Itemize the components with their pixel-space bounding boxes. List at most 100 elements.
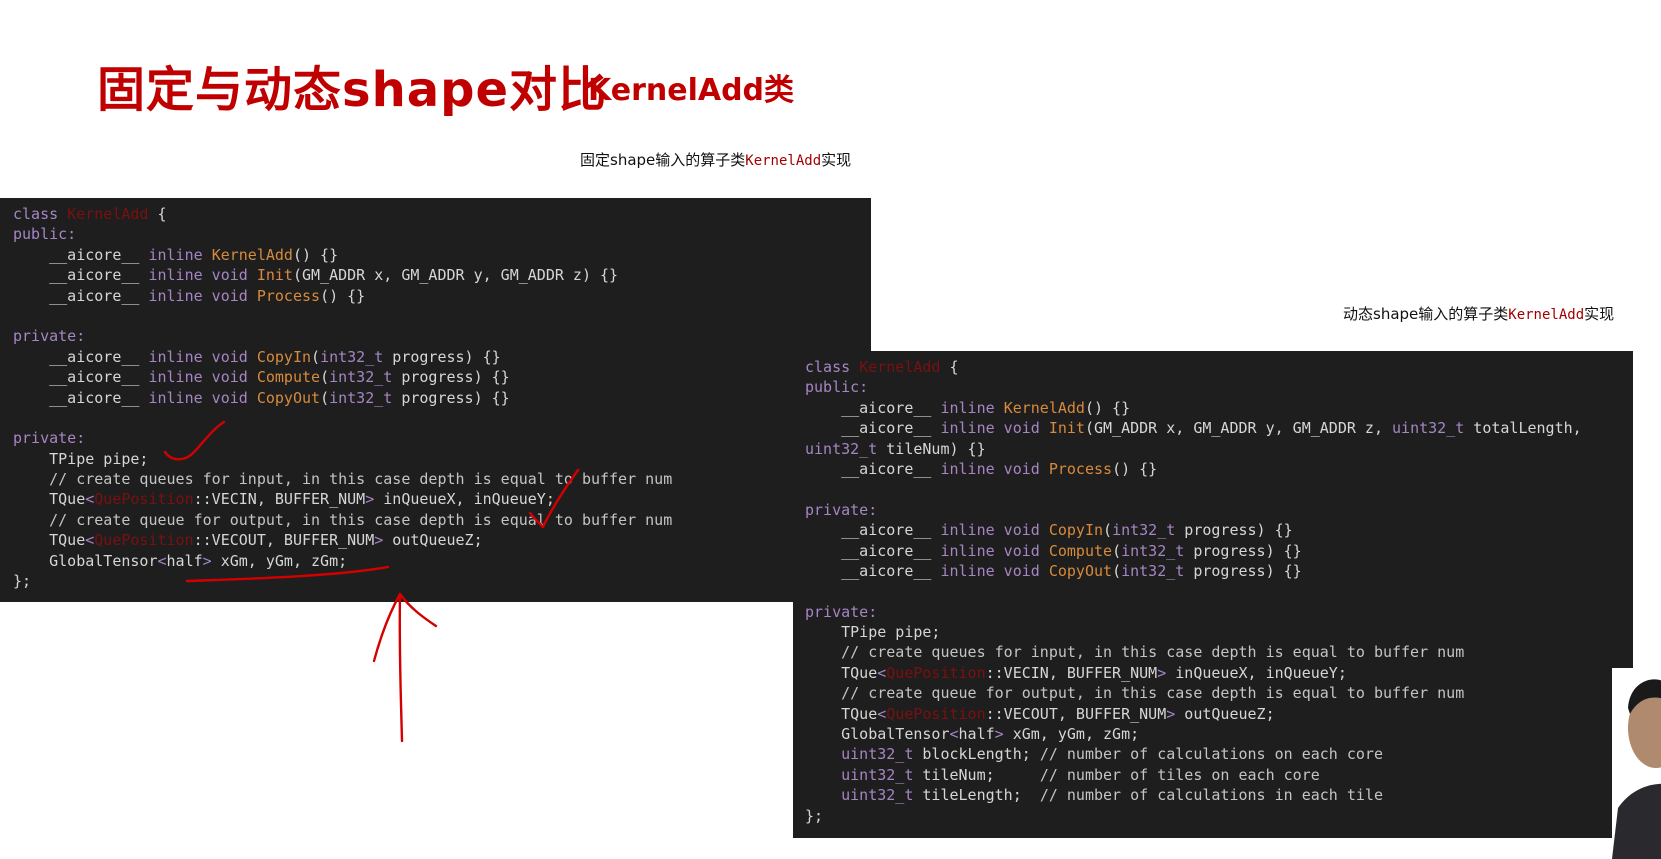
code-line: private: [805, 602, 1633, 622]
code-line: GlobalTensor<half> xGm, yGm, zGm; [805, 724, 1633, 744]
code-token: __aicore__ [13, 245, 149, 264]
code-token: { [148, 205, 167, 223]
code-token: QuePosition [886, 663, 986, 682]
code-token: KernelAdd [859, 358, 941, 376]
code-token: // number of calculations on each core [1039, 745, 1383, 764]
code-token: tileNum; [913, 765, 1040, 784]
code-token: (GM_ADDR x, GM_ADDR y, GM_ADDR z, [1084, 419, 1393, 438]
code-token: KernelAdd [67, 205, 149, 223]
code-token: uint32_t [1392, 419, 1465, 438]
code-token: inline void [148, 368, 257, 387]
code-token: CopyOut [256, 388, 321, 407]
code-line: uint32_t blockLength; // number of calcu… [805, 744, 1633, 764]
code-token: CopyIn [256, 347, 312, 366]
code-token: TPipe pipe; [805, 623, 941, 642]
code-line: public: [13, 224, 871, 244]
code-token: < [877, 663, 887, 682]
code-token: inline void [940, 419, 1049, 438]
presenter-video-thumbnail [1612, 668, 1661, 859]
code-token: > [994, 725, 1004, 744]
code-line: uint32_t tileLength; // number of calcul… [805, 785, 1633, 805]
code-line: }; [13, 571, 871, 591]
code-token: half [958, 725, 995, 744]
code-token: __aicore__ [13, 286, 149, 305]
code-token: GlobalTensor [13, 551, 158, 570]
code-line: class KernelAdd { [13, 204, 871, 224]
code-token: ( [1112, 561, 1122, 580]
code-token: inQueueX, inQueueY; [1166, 663, 1347, 682]
code-line: public: [805, 377, 1633, 397]
code-token: xGm, yGm, zGm; [1003, 725, 1140, 744]
code-token: < [157, 551, 167, 570]
code-line: private: [13, 428, 871, 448]
code-token: TPipe pipe; [13, 449, 149, 468]
slide-title: 固定与动态shape对比 [97, 62, 608, 118]
caption-fixed-class: KernelAdd [745, 153, 822, 169]
code-token: { [940, 358, 959, 376]
code-token: CopyOut [1048, 561, 1113, 580]
code-token: ::VECIN, BUFFER_NUM [985, 663, 1158, 682]
code-token: GlobalTensor [805, 725, 950, 744]
code-token: ::VECOUT, BUFFER_NUM [985, 704, 1167, 723]
code-token: __aicore__ [805, 521, 941, 540]
code-line: private: [13, 326, 871, 346]
code-token: Init [1048, 419, 1085, 438]
code-token: outQueueZ; [1175, 704, 1275, 723]
code-token: KernelAdd [1003, 398, 1085, 417]
code-token: inline [940, 398, 1004, 417]
code-token: () {} [1084, 398, 1131, 417]
code-token: > [1157, 663, 1167, 682]
code-token: TQue [805, 663, 878, 682]
code-token: uint32_t [805, 439, 878, 458]
code-line: __aicore__ inline void Init(GM_ADDR x, G… [805, 418, 1633, 438]
caption-fixed-suffix: 实现 [821, 151, 852, 169]
code-token: Process [256, 286, 321, 305]
code-token: inQueueX, inQueueY; [374, 490, 555, 509]
caption-dynamic-prefix: 动态shape输入的算子类 [1343, 305, 1509, 323]
code-token: int32_t [320, 347, 384, 366]
code-token: // create queue for output, in this case… [805, 684, 1465, 703]
code-token: inline void [148, 286, 257, 305]
code-token: > [202, 551, 212, 570]
code-token: // number of tiles on each core [1039, 765, 1320, 784]
code-token: tileLength; [913, 786, 1040, 805]
code-line: class KernelAdd { [805, 357, 1633, 377]
code-line: TQue<QuePosition::VECIN, BUFFER_NUM> inQ… [13, 489, 871, 509]
code-token: xGm, yGm, zGm; [211, 551, 348, 570]
code-token: TQue [13, 531, 86, 550]
code-line: __aicore__ inline void Compute(int32_t p… [805, 541, 1633, 561]
code-token: inline void [148, 347, 257, 366]
code-token: // create queues for input, in this case… [13, 470, 673, 489]
code-token: progress) {} [392, 388, 510, 407]
code-token: outQueueZ; [383, 531, 483, 550]
code-token: progress) {} [1175, 521, 1293, 540]
code-token: int32_t [1121, 541, 1185, 560]
code-line: __aicore__ inline void Process() {} [805, 459, 1633, 479]
code-token: Compute [1048, 541, 1113, 560]
code-line: // create queue for output, in this case… [805, 683, 1633, 703]
code-token: QuePosition [94, 531, 194, 550]
code-token: }; [13, 572, 32, 591]
code-token: half [166, 551, 203, 570]
code-token: < [85, 531, 95, 550]
caption-fixed-shape: 固定shape输入的算子类KernelAdd实现 [580, 149, 851, 170]
code-token: inline [148, 245, 212, 264]
code-token: ( [311, 347, 321, 366]
code-token: inline void [940, 561, 1049, 580]
code-token: (GM_ADDR x, GM_ADDR y, GM_ADDR z) {} [292, 266, 619, 285]
caption-dynamic-shape: 动态shape输入的算子类KernelAdd实现 [1343, 303, 1614, 324]
code-token: < [85, 490, 95, 509]
code-token: uint32_t [805, 786, 914, 805]
code-token: __aicore__ [13, 368, 149, 387]
code-line: __aicore__ inline void Compute(int32_t p… [13, 367, 871, 387]
code-token: __aicore__ [13, 266, 149, 285]
code-line: TQue<QuePosition::VECOUT, BUFFER_NUM> ou… [805, 704, 1633, 724]
code-token: inline void [148, 388, 257, 407]
code-token: __aicore__ [805, 561, 941, 580]
code-line: __aicore__ inline void CopyIn(int32_t pr… [805, 520, 1633, 540]
code-token: progress) {} [1184, 561, 1302, 580]
code-token: private: [13, 429, 86, 448]
